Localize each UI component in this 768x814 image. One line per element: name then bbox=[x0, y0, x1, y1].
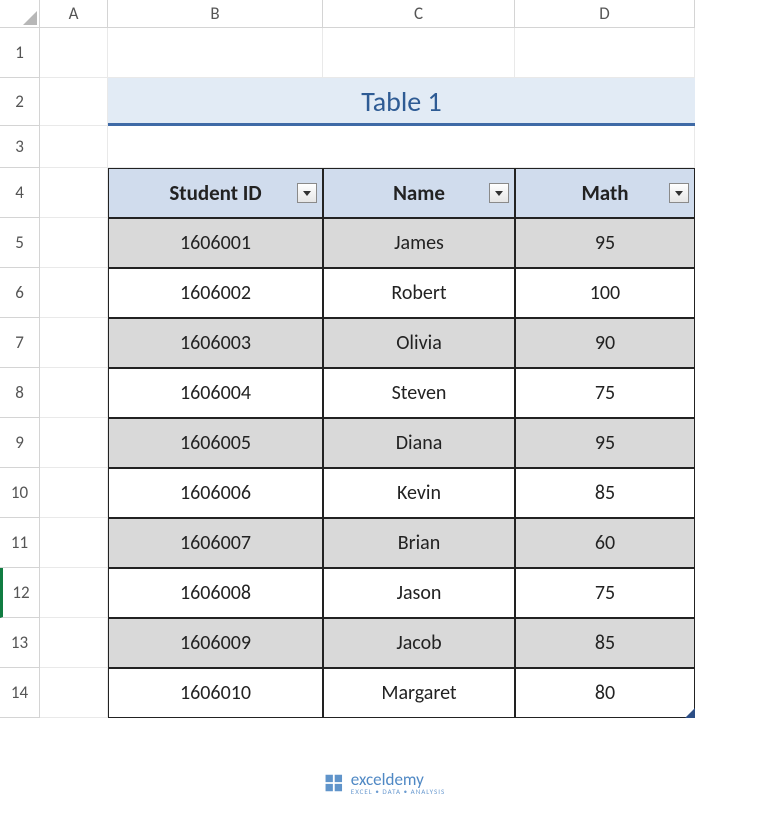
table-cell[interactable]: 100 bbox=[515, 268, 695, 318]
watermark-subtext: EXCEL • DATA • ANALYSIS bbox=[351, 787, 445, 796]
title-merged-cell[interactable]: Table 1 bbox=[108, 78, 695, 126]
table-cell[interactable]: 90 bbox=[515, 318, 695, 368]
table-cell[interactable]: Margaret bbox=[323, 668, 515, 718]
col-header-D[interactable]: D bbox=[515, 0, 695, 28]
row-header-13[interactable]: 13 bbox=[0, 618, 40, 668]
cell-A8[interactable] bbox=[40, 368, 108, 418]
table-cell[interactable]: 95 bbox=[515, 418, 695, 468]
table-cell[interactable]: Jacob bbox=[323, 618, 515, 668]
table-header-math[interactable]: Math bbox=[515, 168, 695, 218]
table-cell[interactable]: 1606008 bbox=[108, 568, 323, 618]
table-cell[interactable]: 75 bbox=[515, 368, 695, 418]
table-cell[interactable]: 85 bbox=[515, 468, 695, 518]
cell-A2[interactable] bbox=[40, 78, 108, 126]
row-header-9[interactable]: 9 bbox=[0, 418, 40, 468]
table-cell[interactable]: 1606002 bbox=[108, 268, 323, 318]
col-header-B[interactable]: B bbox=[108, 0, 323, 28]
select-all-corner[interactable] bbox=[0, 0, 40, 28]
cell-A7[interactable] bbox=[40, 318, 108, 368]
row-header-2[interactable]: 2 bbox=[0, 78, 40, 126]
table-cell[interactable]: 1606010 bbox=[108, 668, 323, 718]
row-header-14[interactable]: 14 bbox=[0, 668, 40, 718]
cell-A6[interactable] bbox=[40, 268, 108, 318]
cell-B3D3[interactable] bbox=[108, 126, 695, 168]
row-header-10[interactable]: 10 bbox=[0, 468, 40, 518]
filter-dropdown-icon[interactable] bbox=[297, 183, 317, 203]
cell-A10[interactable] bbox=[40, 468, 108, 518]
row-header-8[interactable]: 8 bbox=[0, 368, 40, 418]
table-header-name[interactable]: Name bbox=[323, 168, 515, 218]
table-title: Table 1 bbox=[108, 78, 695, 127]
row-header-7[interactable]: 7 bbox=[0, 318, 40, 368]
table-cell[interactable]: 1606005 bbox=[108, 418, 323, 468]
cell-C1[interactable] bbox=[323, 28, 515, 78]
table-cell[interactable]: Kevin bbox=[323, 468, 515, 518]
spreadsheet-grid: A B C D 1 2 Table 1 3 4 Student ID Name … bbox=[0, 0, 768, 718]
table-cell[interactable]: Steven bbox=[323, 368, 515, 418]
table-cell[interactable]: Jason bbox=[323, 568, 515, 618]
header-label: Name bbox=[324, 180, 514, 206]
table-cell[interactable]: 60 bbox=[515, 518, 695, 568]
row-header-6[interactable]: 6 bbox=[0, 268, 40, 318]
exceldemy-logo-icon bbox=[323, 772, 345, 794]
row-header-11[interactable]: 11 bbox=[0, 518, 40, 568]
cell-A11[interactable] bbox=[40, 518, 108, 568]
table-cell[interactable]: Brian bbox=[323, 518, 515, 568]
filter-dropdown-icon[interactable] bbox=[669, 183, 689, 203]
cell-A3[interactable] bbox=[40, 126, 108, 168]
table-cell[interactable]: 95 bbox=[515, 218, 695, 268]
excel-table: Student ID Name Math 1606001James95 1606… bbox=[108, 168, 695, 718]
watermark: exceldemy EXCEL • DATA • ANALYSIS bbox=[323, 769, 445, 796]
table-cell[interactable]: Diana bbox=[323, 418, 515, 468]
header-label: Math bbox=[516, 180, 694, 206]
table-resize-handle-icon[interactable] bbox=[685, 708, 695, 718]
table-header-student-id[interactable]: Student ID bbox=[108, 168, 323, 218]
cell-A5[interactable] bbox=[40, 218, 108, 268]
table-cell[interactable]: 1606004 bbox=[108, 368, 323, 418]
table-cell[interactable]: 85 bbox=[515, 618, 695, 668]
table-cell[interactable]: 1606001 bbox=[108, 218, 323, 268]
row-header-1[interactable]: 1 bbox=[0, 28, 40, 78]
cell-A12[interactable] bbox=[40, 568, 108, 618]
col-header-A[interactable]: A bbox=[40, 0, 108, 28]
table-cell[interactable]: Olivia bbox=[323, 318, 515, 368]
row-header-3[interactable]: 3 bbox=[0, 126, 40, 168]
col-header-C[interactable]: C bbox=[323, 0, 515, 28]
row-header-4[interactable]: 4 bbox=[0, 168, 40, 218]
cell-A4[interactable] bbox=[40, 168, 108, 218]
header-label: Student ID bbox=[109, 180, 322, 206]
cell-B1[interactable] bbox=[108, 28, 323, 78]
table-cell[interactable]: 1606006 bbox=[108, 468, 323, 518]
row-header-12[interactable]: 12 bbox=[0, 568, 40, 618]
table-cell[interactable]: 1606009 bbox=[108, 618, 323, 668]
cell-A14[interactable] bbox=[40, 668, 108, 718]
table-cell[interactable]: 1606003 bbox=[108, 318, 323, 368]
filter-dropdown-icon[interactable] bbox=[489, 183, 509, 203]
table-cell[interactable]: 80 bbox=[515, 668, 695, 718]
table-cell[interactable]: 1606007 bbox=[108, 518, 323, 568]
cell-A13[interactable] bbox=[40, 618, 108, 668]
table-cell[interactable]: Robert bbox=[323, 268, 515, 318]
cell-D1[interactable] bbox=[515, 28, 695, 78]
row-header-5[interactable]: 5 bbox=[0, 218, 40, 268]
table-cell[interactable]: James bbox=[323, 218, 515, 268]
cell-value: 80 bbox=[595, 681, 615, 705]
cell-A1[interactable] bbox=[40, 28, 108, 78]
table-cell[interactable]: 75 bbox=[515, 568, 695, 618]
cell-A9[interactable] bbox=[40, 418, 108, 468]
